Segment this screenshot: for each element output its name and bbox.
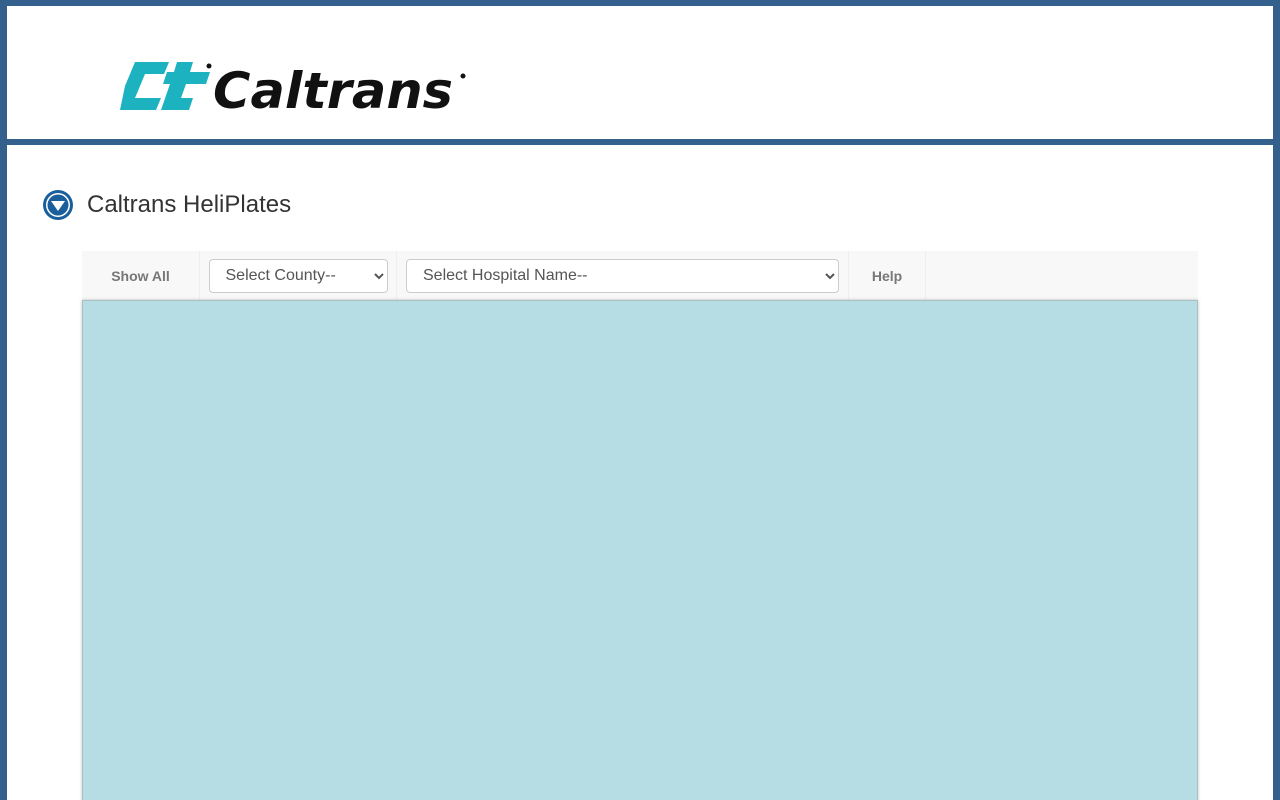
site-header: Caltrans — [7, 6, 1273, 139]
help-button[interactable]: Help — [872, 268, 902, 284]
county-cell: Select County-- — [200, 251, 397, 300]
hospital-select[interactable]: Select Hospital Name-- — [406, 258, 839, 293]
county-select[interactable]: Select County-- — [208, 258, 388, 293]
show-all-button[interactable]: Show All — [111, 268, 170, 284]
toolbar: Show All Select County-- Select Hospital… — [82, 251, 1198, 300]
logo-wordmark: Caltrans — [213, 62, 453, 114]
hospital-cell: Select Hospital Name-- — [397, 251, 849, 300]
page-title: Caltrans HeliPlates — [87, 191, 292, 218]
show-all-cell: Show All — [82, 251, 200, 300]
map-view[interactable] — [82, 300, 1198, 800]
caltrans-logo-icon: Caltrans — [120, 62, 466, 120]
caltrans-logo[interactable]: Caltrans — [117, 54, 467, 120]
title-row: Caltrans HeliPlates — [42, 188, 291, 222]
help-cell: Help — [849, 251, 926, 300]
main-content: Caltrans HeliPlates Show All Select Coun… — [7, 145, 1273, 800]
chevron-down-circle-icon[interactable] — [42, 189, 74, 221]
